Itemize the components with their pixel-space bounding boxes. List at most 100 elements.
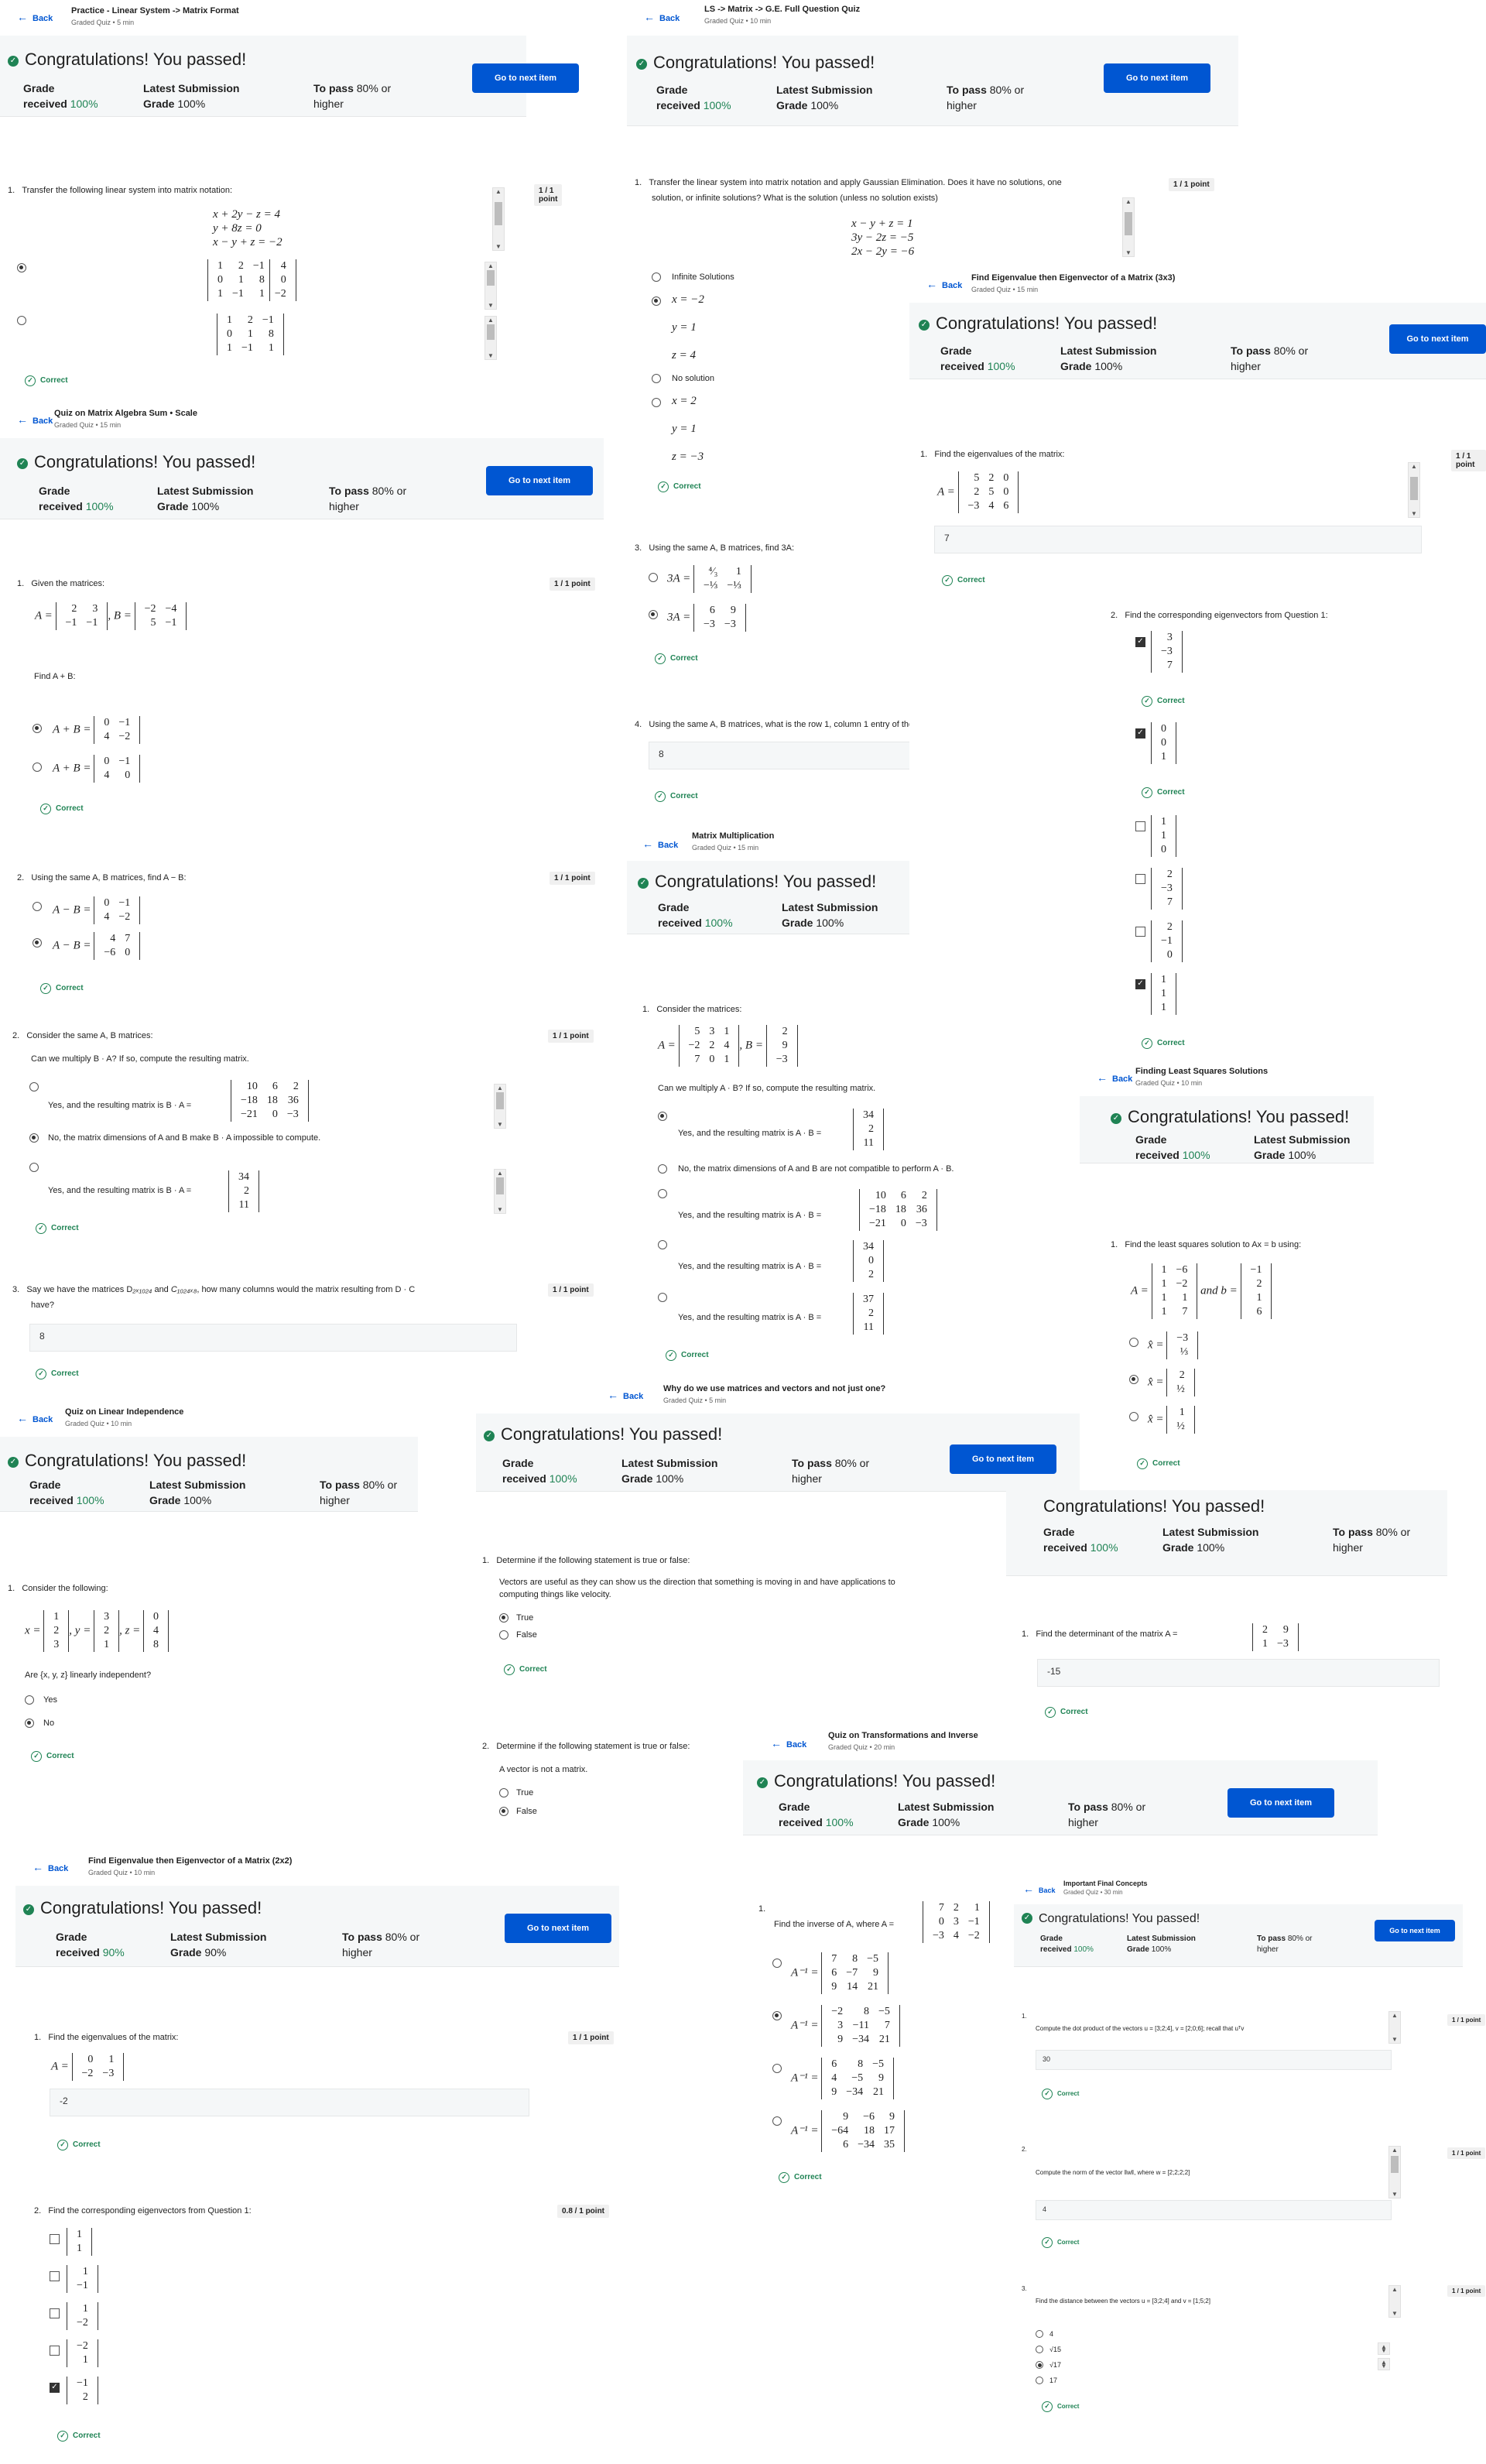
option-checkbox[interactable] bbox=[1135, 927, 1145, 937]
back-link[interactable]: ← Back bbox=[1097, 1071, 1132, 1084]
option-radio[interactable] bbox=[25, 1695, 34, 1705]
scrollbar[interactable]: ▲ ▼ bbox=[494, 1169, 506, 1214]
scrollbar[interactable]: ▲ ▼ bbox=[1378, 2358, 1390, 2370]
option-radio[interactable] bbox=[652, 296, 661, 306]
back-link[interactable]: ← Back bbox=[771, 1737, 806, 1749]
option-radio[interactable] bbox=[649, 610, 658, 619]
option-radio[interactable] bbox=[33, 763, 42, 772]
arrow-left-icon: ← bbox=[1023, 1883, 1034, 1895]
next-item-button[interactable]: Go to next item bbox=[505, 1914, 611, 1943]
scrollbar[interactable]: ▲ ▼ bbox=[1388, 2011, 1401, 2044]
option-radio[interactable] bbox=[17, 316, 26, 325]
option-radio[interactable] bbox=[772, 2064, 782, 2073]
answer-field[interactable]: -2 bbox=[50, 2089, 529, 2116]
option-radio[interactable] bbox=[499, 1807, 508, 1816]
scrollbar[interactable]: ▲ ▼ bbox=[494, 1084, 506, 1129]
option-radio[interactable] bbox=[25, 1719, 34, 1728]
next-item-button[interactable]: Go to next item bbox=[472, 63, 579, 93]
answer-field[interactable]: 8 bbox=[29, 1324, 517, 1352]
scrollbar[interactable]: ▲ ▼ bbox=[1408, 462, 1420, 518]
question-subtext: Can we multiply A · B? If so, compute th… bbox=[658, 1084, 876, 1093]
option-radio[interactable] bbox=[499, 1788, 508, 1797]
next-item-button[interactable]: Go to next item bbox=[1104, 63, 1210, 93]
option-radio[interactable] bbox=[1129, 1375, 1138, 1384]
back-link[interactable]: ← Back bbox=[17, 1412, 53, 1424]
scrollbar[interactable]: ▲ ▼ bbox=[1122, 197, 1135, 257]
option-radio[interactable] bbox=[1129, 1338, 1138, 1347]
back-link[interactable]: ← Back bbox=[608, 1389, 643, 1401]
next-item-button[interactable]: Go to next item bbox=[1389, 324, 1486, 354]
option-radio[interactable] bbox=[649, 573, 658, 582]
option-checkbox[interactable] bbox=[1135, 821, 1145, 831]
answer-field[interactable]: -15 bbox=[1037, 1659, 1440, 1687]
option-radio[interactable] bbox=[658, 1189, 667, 1198]
option-checkbox[interactable] bbox=[50, 2308, 60, 2318]
option-checkbox[interactable] bbox=[50, 2234, 60, 2244]
option-radio[interactable] bbox=[29, 1133, 39, 1143]
option-checkbox[interactable]: ✓ bbox=[50, 2383, 60, 2393]
option-radio[interactable] bbox=[1036, 2377, 1043, 2384]
scrollbar[interactable]: ▲ ▼ bbox=[1388, 2146, 1401, 2198]
option-radio[interactable] bbox=[1036, 2346, 1043, 2353]
eigenvector: −1 2 bbox=[67, 2377, 98, 2404]
scrollbar[interactable]: ▲ ▼ bbox=[484, 262, 497, 310]
option-radio[interactable] bbox=[1036, 2361, 1043, 2369]
option-radio[interactable] bbox=[33, 902, 42, 911]
question-text: 3. bbox=[1022, 2285, 1027, 2292]
answer-field[interactable]: 7 bbox=[934, 526, 1422, 553]
result-matrix: 34 2 11 bbox=[228, 1170, 259, 1212]
answer-field[interactable]: 4 bbox=[1036, 2200, 1392, 2220]
option-radio[interactable] bbox=[658, 1112, 667, 1121]
option-checkbox[interactable] bbox=[50, 2346, 60, 2356]
option-radio[interactable] bbox=[652, 398, 661, 407]
option-inverse: A⁻¹ = 7 8 −5 6 −7 9 9 14 21 bbox=[791, 1952, 889, 1994]
option-radio[interactable] bbox=[33, 938, 42, 948]
next-item-button[interactable]: Go to next item bbox=[950, 1444, 1056, 1474]
option-checkbox[interactable]: ✓ bbox=[1135, 637, 1145, 647]
quiz-header: ← Back Finding Least Squares Solutions Gr… bbox=[1080, 1061, 1486, 1096]
option-checkbox[interactable]: ✓ bbox=[1135, 728, 1145, 739]
option-radio[interactable] bbox=[33, 724, 42, 733]
option-radio[interactable] bbox=[29, 1163, 39, 1172]
scrollbar[interactable]: ▲ ▼ bbox=[1388, 2285, 1401, 2318]
option-radio[interactable] bbox=[499, 1630, 508, 1640]
option-radio[interactable] bbox=[1129, 1412, 1138, 1421]
back-link[interactable]: ← Back bbox=[33, 1861, 68, 1873]
option-checkbox[interactable]: ✓ bbox=[1135, 979, 1145, 989]
back-link[interactable]: ← Back bbox=[1023, 1883, 1056, 1895]
option-radio[interactable] bbox=[772, 1959, 782, 1968]
question-text: 1. bbox=[758, 1904, 766, 1914]
next-item-button[interactable]: Go to next item bbox=[1227, 1788, 1334, 1818]
back-link[interactable]: ← Back bbox=[642, 838, 678, 850]
question-text: 2. Find the corresponding eigenvectors f… bbox=[1111, 611, 1328, 620]
option-radio[interactable] bbox=[772, 2116, 782, 2126]
next-item-button[interactable]: Go to next item bbox=[486, 466, 593, 495]
option-radio[interactable] bbox=[772, 2011, 782, 2020]
correct-indicator: ✓ Correct bbox=[1045, 1707, 1088, 1718]
option-radio[interactable] bbox=[652, 374, 661, 383]
grade-received: Grade received 100% bbox=[1135, 1133, 1210, 1161]
option-radio[interactable] bbox=[499, 1613, 508, 1623]
option-radio[interactable] bbox=[1036, 2330, 1043, 2338]
scrollbar[interactable]: ▲ ▼ bbox=[492, 187, 505, 251]
quiz-panel-eigen-2x2: ← Back Find Eigenvalue then Eigenvector o… bbox=[15, 1850, 627, 2464]
option-radio[interactable] bbox=[29, 1082, 39, 1091]
back-link[interactable]: ← Back bbox=[17, 11, 53, 23]
check-icon: ✓ bbox=[779, 2172, 789, 2183]
option-checkbox[interactable] bbox=[1135, 874, 1145, 884]
back-link[interactable]: ← Back bbox=[926, 278, 962, 290]
back-link[interactable]: ← Back bbox=[17, 413, 53, 426]
back-link[interactable]: ← Back bbox=[644, 11, 680, 23]
next-item-button[interactable]: Go to next item bbox=[1375, 1920, 1455, 1941]
correct-indicator: ✓ Correct bbox=[57, 2140, 101, 2150]
answer-field[interactable]: 30 bbox=[1036, 2050, 1392, 2070]
scrollbar[interactable]: ▲ ▼ bbox=[484, 316, 497, 360]
quiz-header: ← Back Find Eigenvalue then Eigenvector o… bbox=[15, 1850, 627, 1886]
option-radio[interactable] bbox=[658, 1293, 667, 1302]
option-checkbox[interactable] bbox=[50, 2271, 60, 2281]
option-radio[interactable] bbox=[658, 1164, 667, 1174]
option-radio[interactable] bbox=[652, 272, 661, 282]
option-radio[interactable] bbox=[658, 1240, 667, 1249]
option-radio[interactable] bbox=[17, 263, 26, 272]
scrollbar[interactable]: ▲ ▼ bbox=[1378, 2342, 1390, 2355]
